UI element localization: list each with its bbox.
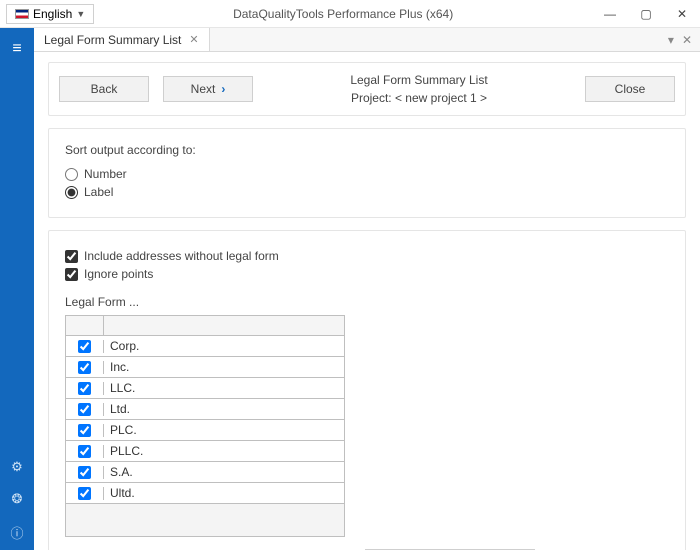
legal-form-grid[interactable]: Corp. Inc. LLC. Ltd. PLC. PLLC. S.A. Ultd. xyxy=(65,315,345,537)
next-button[interactable]: Next› xyxy=(163,76,253,102)
row-label: LLC. xyxy=(104,381,135,395)
help-icon[interactable]: ❂ xyxy=(12,483,23,515)
info-icon[interactable]: ⓘ xyxy=(10,515,23,550)
language-label: English xyxy=(33,7,72,21)
menu-icon[interactable]: ≡ xyxy=(6,34,27,64)
close-button[interactable]: Close xyxy=(585,76,675,102)
sort-label: Sort output according to: xyxy=(65,143,669,157)
table-row[interactable]: PLLC. xyxy=(66,441,344,462)
row-label: Ultd. xyxy=(104,486,135,500)
row-checkbox[interactable] xyxy=(78,487,91,500)
row-checkbox[interactable] xyxy=(78,361,91,374)
radio-number[interactable]: Number xyxy=(65,167,669,181)
row-checkbox[interactable] xyxy=(78,403,91,416)
tab-label: Legal Form Summary List xyxy=(44,33,181,47)
gear-icon[interactable]: ⚙ xyxy=(11,451,23,483)
tab-legal-form-summary[interactable]: Legal Form Summary List ✕ xyxy=(34,28,210,51)
row-label: Inc. xyxy=(104,360,129,374)
row-label: PLLC. xyxy=(104,444,143,458)
table-row[interactable]: Ultd. xyxy=(66,483,344,504)
table-row[interactable]: Corp. xyxy=(66,336,344,357)
row-label: PLC. xyxy=(104,423,137,437)
row-label: Corp. xyxy=(104,339,139,353)
window-title: DataQualityTools Performance Plus (x64) xyxy=(94,7,592,21)
row-label: S.A. xyxy=(104,465,133,479)
table-row[interactable]: Inc. xyxy=(66,357,344,378)
flag-icon xyxy=(15,9,29,19)
check-include-no-form[interactable]: Include addresses without legal form xyxy=(65,249,669,263)
tab-strip: Legal Form Summary List ✕ ▾ ✕ xyxy=(34,28,700,52)
options-panel: Include addresses without legal form Ign… xyxy=(48,230,686,550)
table-row[interactable]: PLC. xyxy=(66,420,344,441)
language-selector[interactable]: English ▼ xyxy=(6,4,94,24)
nav-row: Back Next› Legal Form Summary List Proje… xyxy=(48,62,686,116)
row-checkbox[interactable] xyxy=(78,466,91,479)
row-checkbox[interactable] xyxy=(78,340,91,353)
close-window-button[interactable]: ✕ xyxy=(664,0,700,28)
radio-label[interactable]: Label xyxy=(65,185,669,199)
row-label: Ltd. xyxy=(104,402,130,416)
title-bar: English ▼ DataQualityTools Performance P… xyxy=(0,0,700,28)
table-row[interactable]: LLC. xyxy=(66,378,344,399)
maximize-button[interactable]: ▢ xyxy=(628,0,664,28)
tab-close-all-icon[interactable]: ✕ xyxy=(682,33,692,47)
project-label: Project: < new project 1 > xyxy=(267,89,571,107)
close-tab-icon[interactable]: ✕ xyxy=(189,33,198,46)
sidebar: ≡ ⚙ ❂ ⓘ xyxy=(0,28,34,550)
grid-caption: Legal Form ... xyxy=(65,295,669,309)
table-row[interactable]: Ltd. xyxy=(66,399,344,420)
back-button[interactable]: Back xyxy=(59,76,149,102)
tab-menu-icon[interactable]: ▾ xyxy=(668,33,674,47)
row-checkbox[interactable] xyxy=(78,424,91,437)
page-heading: Legal Form Summary List xyxy=(267,71,571,89)
minimize-button[interactable]: — xyxy=(592,0,628,28)
check-ignore-points[interactable]: Ignore points xyxy=(65,267,669,281)
sort-panel: Sort output according to: Number Label xyxy=(48,128,686,218)
row-checkbox[interactable] xyxy=(78,445,91,458)
dropdown-icon: ▼ xyxy=(76,9,85,19)
table-row[interactable]: S.A. xyxy=(66,462,344,483)
row-checkbox[interactable] xyxy=(78,382,91,395)
chevron-right-icon: › xyxy=(221,82,225,96)
